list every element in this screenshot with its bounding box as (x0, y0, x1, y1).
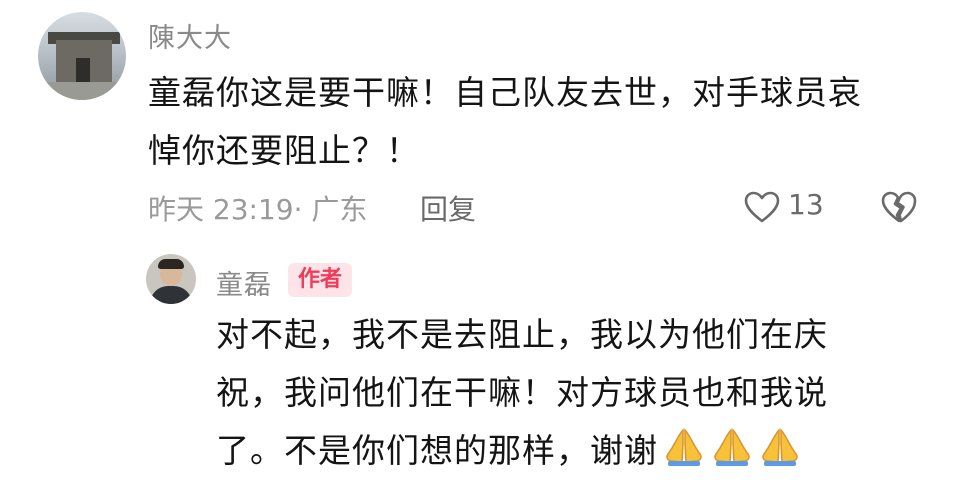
heart-outline-icon[interactable] (744, 190, 780, 226)
comment-thread: 陳大大 童磊你这是要干嘛！自己队友去世，对手球员哀 悼你还要阻止？！ 昨天 23… (0, 0, 960, 495)
comment-text-line: 童磊你这是要干嘛！自己队友去世，对手球员哀 (148, 73, 862, 112)
reply-text-line: 了。不是你们想的那样，谢谢 (216, 431, 658, 470)
comment-text: 童磊你这是要干嘛！自己队友去世，对手球员哀 悼你还要阻止？！ (148, 64, 928, 180)
comment-text-line: 悼你还要阻止？！ (148, 131, 420, 170)
reply-username[interactable]: 童磊 (216, 263, 272, 302)
broken-heart-icon[interactable] (880, 190, 918, 226)
folded-hands-icon (662, 424, 706, 468)
author-badge: 作者 (288, 263, 353, 297)
reply-text: 对不起，我不是去阻止，我以为他们在庆 祝，我问他们在干嘛！对方球员也和我说 了。… (216, 306, 936, 480)
like-count: 13 (788, 188, 824, 221)
folded-hands-icon (710, 424, 754, 468)
comment-username[interactable]: 陳大大 (148, 16, 232, 55)
reply-text-line: 对不起，我不是去阻止，我以为他们在庆 (216, 315, 828, 354)
folded-hands-icon (758, 424, 802, 468)
reply-text-line: 祝，我问他们在干嘛！对方球员也和我说 (216, 373, 828, 412)
comment-time-location: 昨天 23:19· 广东 (148, 193, 368, 226)
reply-text-line-last: 了。不是你们想的那样，谢谢 (216, 422, 936, 480)
reply-button[interactable]: 回复 (420, 188, 476, 228)
reply-avatar[interactable] (146, 254, 196, 304)
comment-meta: 昨天 23:19· 广东 回复 13 (148, 188, 928, 228)
avatar[interactable] (38, 12, 126, 100)
